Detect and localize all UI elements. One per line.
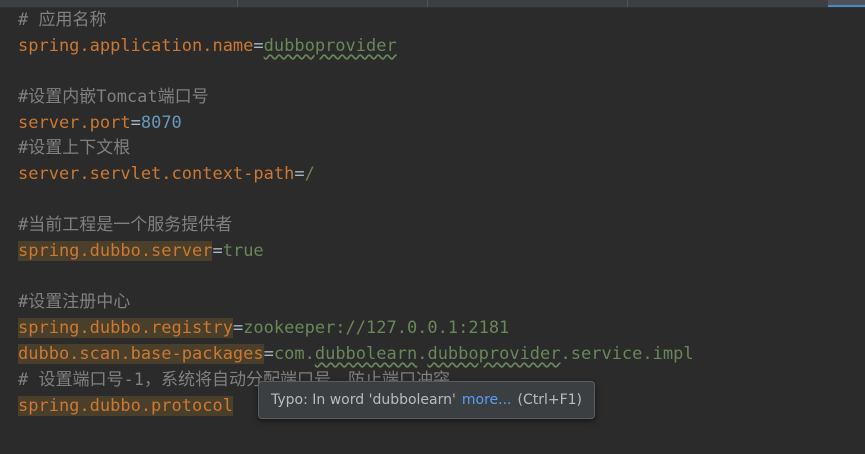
- property-equals: =: [253, 36, 264, 56]
- tab-separator: [627, 0, 628, 7]
- code-line-property: spring.dubbo.server=true: [18, 239, 264, 263]
- code-line-comment: # 应用名称: [18, 10, 107, 30]
- property-key: spring.dubbo.protocol: [18, 396, 233, 416]
- code-line-property: spring.application.name=dubboprovider: [18, 34, 397, 58]
- code-line-property: spring.dubbo.registry=zookeeper://127.0.…: [18, 316, 509, 340]
- code-line-comment: #设置内嵌Tomcat端口号: [18, 87, 209, 107]
- typo-tooltip: Typo: In word 'dubbolearn' more... (Ctrl…: [258, 381, 596, 419]
- property-value-segment: .: [417, 344, 428, 364]
- tooltip-message: Typo: In word 'dubbolearn': [271, 392, 456, 408]
- code-line-comment: #当前工程是一个服务提供者: [18, 215, 233, 235]
- property-equals: =: [263, 344, 274, 364]
- property-key: server.servlet.context-path: [18, 164, 295, 184]
- property-value: 8070: [140, 113, 182, 133]
- property-value-typo[interactable]: dubboprovider: [427, 344, 560, 364]
- property-key: server.port: [18, 113, 131, 133]
- code-line-property: server.servlet.context-path=/: [18, 162, 315, 186]
- property-value-segment: com.: [273, 344, 315, 364]
- property-key: dubbo.scan.base-packages: [18, 344, 264, 364]
- property-key: spring.dubbo.registry: [18, 318, 233, 338]
- code-line-comment: #设置上下文根: [18, 138, 131, 158]
- property-value-segment: .service.impl: [560, 344, 694, 364]
- code-line-comment: #设置注册中心: [18, 292, 131, 312]
- tab-separator: [237, 0, 238, 7]
- code-line-property: spring.dubbo.protocol: [18, 394, 233, 418]
- property-key: spring.dubbo.server: [18, 241, 213, 261]
- property-equals: =: [232, 318, 244, 338]
- property-equals: =: [130, 113, 141, 133]
- property-value: /: [304, 164, 315, 184]
- code-line-property: server.port=8070: [18, 111, 182, 135]
- tab-separator: [427, 0, 428, 7]
- property-key: spring.application.name: [18, 36, 254, 56]
- shortcut-hint: (Ctrl+F1): [517, 392, 583, 408]
- editor-tab-bar: [0, 0, 865, 8]
- tab-active[interactable]: [828, 0, 865, 7]
- code-line-property: dubbo.scan.base-packages=com.dubbolearn.…: [18, 342, 694, 366]
- property-value: zookeeper://127.0.0.1:2181: [243, 318, 510, 338]
- property-value-typo[interactable]: dubbolearn: [315, 344, 417, 364]
- property-value: true: [222, 241, 264, 261]
- property-equals: =: [212, 241, 223, 261]
- property-value: dubboprovider: [263, 36, 397, 56]
- more-link[interactable]: more...: [462, 392, 512, 408]
- property-equals: =: [294, 164, 305, 184]
